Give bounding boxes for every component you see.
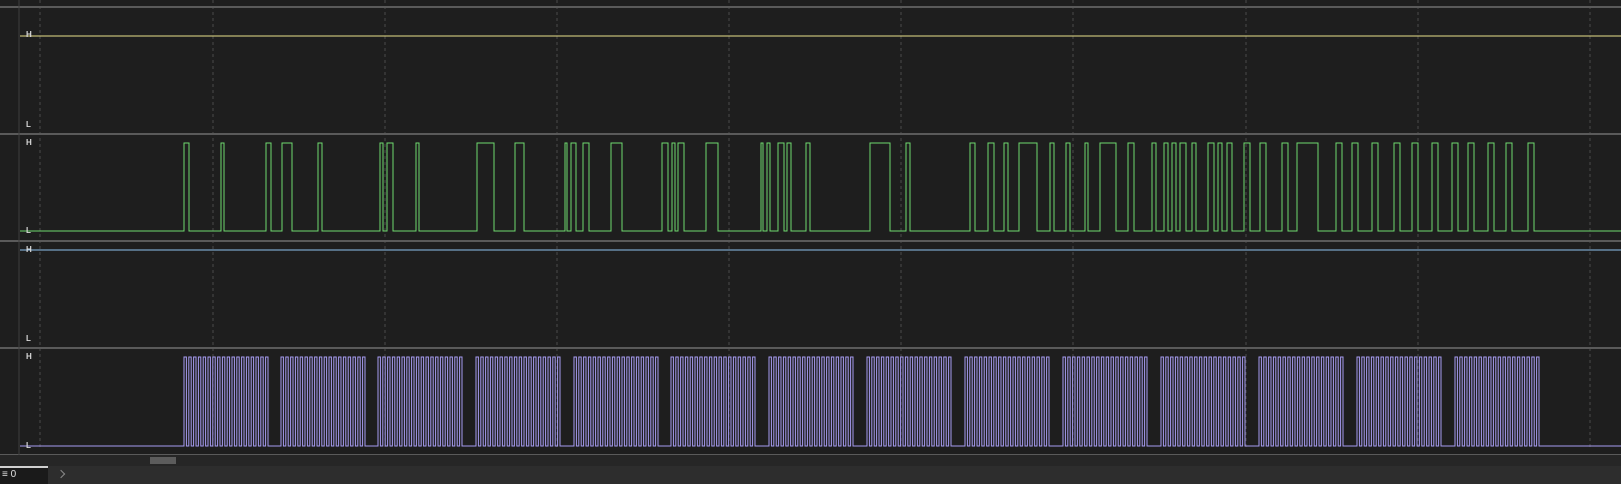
waveform-area[interactable] bbox=[0, 0, 1621, 470]
channel-1-high-label: H bbox=[26, 30, 32, 39]
chevron-right-icon[interactable] bbox=[56, 469, 66, 479]
channel-4-high-label: H bbox=[26, 352, 32, 361]
horizontal-scrollbar[interactable] bbox=[0, 455, 1621, 466]
bottom-tab[interactable]: ≡ 0 bbox=[0, 466, 48, 484]
channel-4-trace bbox=[20, 356, 1621, 447]
channel-2-high-label: H bbox=[26, 138, 32, 147]
logic-analyzer-view: H L H L H L H L ≡ 0 bbox=[0, 0, 1621, 484]
bottom-panel-bar: ≡ 0 bbox=[0, 466, 1621, 484]
channel-2-trace bbox=[20, 142, 1621, 232]
channel-4-low-label: L bbox=[26, 441, 31, 450]
scrollbar-thumb[interactable] bbox=[150, 457, 176, 464]
channel-2-low-label: L bbox=[26, 226, 31, 235]
channel-4-waveform bbox=[20, 356, 1621, 447]
channel-1-low-label: L bbox=[26, 120, 31, 129]
channel-2-waveform bbox=[20, 142, 1621, 232]
channel-3-high-label: H bbox=[26, 245, 32, 254]
channel-3-low-label: L bbox=[26, 334, 31, 343]
